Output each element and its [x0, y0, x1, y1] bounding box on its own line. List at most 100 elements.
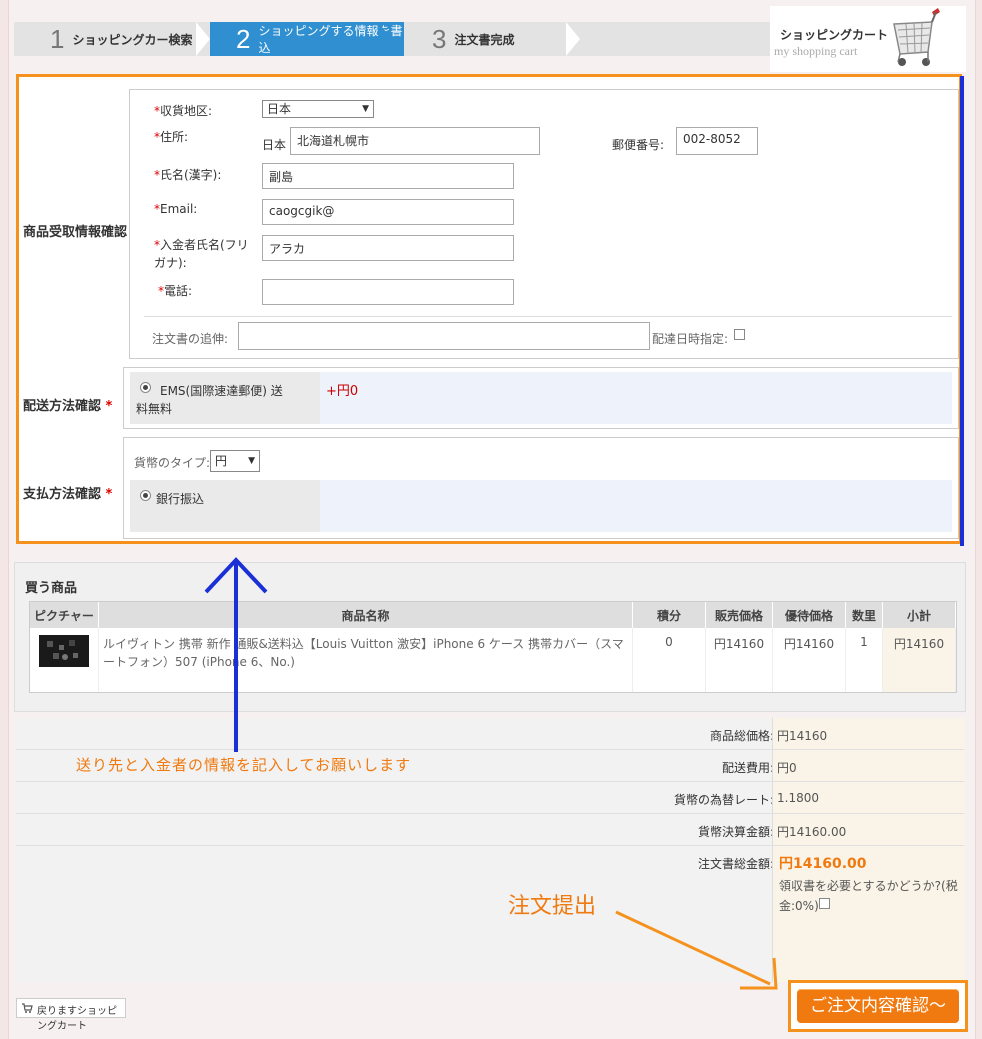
cart-subtitle: my shopping cart: [774, 44, 858, 58]
shipping-box: EMS(国際速達郵便) 送料無料 +円0: [123, 367, 959, 429]
receipt-note: 領収書を必要とするかどうか?(税金:0%): [779, 879, 958, 913]
annotation-submit-note: 注文提出: [508, 894, 597, 919]
shipping-cost-value: 円0: [777, 761, 797, 775]
cart-icon: [22, 1003, 33, 1013]
product-price-cell: 円14160: [705, 628, 773, 692]
region-label: *収貨地区:: [154, 104, 213, 118]
step-2: 2 ショッピングする情報を書込: [210, 22, 404, 56]
cart-header: ショッピングカート my shopping cart: [770, 6, 966, 72]
col-points: 積分: [632, 602, 706, 628]
email-field[interactable]: caogcgik@: [262, 199, 514, 225]
note-label: 注文書の追伸:: [152, 332, 229, 346]
step-arrow: [196, 22, 210, 56]
address-input[interactable]: 北海道札幌市: [290, 127, 540, 155]
payment-fill-cell: [320, 480, 952, 532]
exchange-rate-value: 1.1800: [777, 791, 819, 805]
payment-box: 貨幣のタイプ: 円 ▼ 銀行振込: [123, 437, 959, 539]
step-number: 1: [50, 23, 65, 54]
receiver-info-box: *収貨地区: 日本 ▼ *住所: 日本 北海道札幌市 郵便番号: 002-8052…: [129, 89, 959, 359]
annotation-blue-arrow: [204, 557, 268, 752]
phone-input[interactable]: [262, 279, 514, 305]
currency-select[interactable]: 円 ▼: [210, 450, 260, 472]
settle-amount-value: 円14160.00: [777, 825, 847, 839]
submit-highlight: ご注文内容確認～: [788, 980, 968, 1032]
settle-amount-label: 貨幣決算金額:: [697, 825, 774, 839]
products-table: ピクチャー 商品名称 積分 販売価格 優待価格 数里 小計 ルイヴィトン 携帯 …: [29, 601, 957, 693]
receiver-section-title: 商品受取情報確認: [23, 225, 128, 240]
grand-total-value: 円14160.00: [779, 856, 867, 872]
phone-label: *電話:: [158, 284, 193, 298]
col-picture: ピクチャー: [30, 602, 99, 628]
shipping-price-cell: [320, 372, 952, 424]
step-number: 3: [432, 23, 447, 54]
col-discount: 優待価格: [772, 602, 846, 628]
summary-row-rate: 貨幣の為替レート: 1.1800: [16, 782, 965, 814]
postal-code-label: 郵便番号:: [612, 138, 665, 152]
shipping-cost-label: 配送費用:: [721, 761, 774, 775]
step-number: 2: [236, 23, 251, 54]
step-3: 3 注文書完成: [406, 22, 592, 56]
region-select-value: 日本: [267, 102, 292, 116]
delivery-date-label: 配達日時指定:: [652, 332, 729, 346]
currency-label: 貨幣のタイプ:: [134, 456, 211, 470]
region-select[interactable]: 日本 ▼: [262, 100, 374, 118]
payment-section-title: 支払方法確認 *: [23, 487, 113, 502]
product-name-cell[interactable]: ルイヴィトン 携帯 新作 通販&送料込【Louis Vuitton 激安】iPh…: [98, 628, 633, 692]
step-label: 注文書完成: [454, 32, 515, 47]
name-input[interactable]: 副島: [262, 163, 514, 189]
annotation-blue-line: [960, 76, 964, 546]
delivery-date-checkbox[interactable]: [734, 329, 745, 340]
summary-row-goods: 商品総価格: 円14160: [16, 718, 965, 750]
step-label: ショッピングカー検索: [72, 32, 193, 47]
order-info-frame: 商品受取情報確認 *収貨地区: 日本 ▼ *住所: 日本 北海道札幌市 郵便番号:…: [16, 74, 962, 544]
receipt-checkbox[interactable]: [819, 898, 830, 909]
goods-total-label: 商品総価格:: [709, 729, 774, 743]
cart-title: ショッピングカート: [780, 28, 889, 42]
summary-value-cell: 1.1800: [772, 782, 965, 813]
summary-value-cell: 円14160.00 領収書を必要とするかどうか?(税金:0%): [772, 846, 965, 982]
summary-value-cell: 円14160: [772, 718, 965, 749]
grand-total-label: 注文書総金額:: [697, 857, 774, 871]
summary-value-cell: 円0: [772, 750, 965, 781]
chevron-down-icon: ▼: [248, 456, 255, 466]
step-arrow: [566, 22, 580, 56]
col-qty: 数里: [845, 602, 883, 628]
col-price: 販売価格: [705, 602, 773, 628]
shopping-cart-icon: [893, 8, 940, 66]
confirm-order-button[interactable]: ご注文内容確認～: [797, 989, 959, 1023]
exchange-rate-label: 貨幣の為替レート:: [673, 793, 774, 807]
back-to-cart-link[interactable]: 戻りますショッピングカート: [16, 998, 126, 1032]
address-prefix: 日本: [262, 138, 287, 152]
product-discount-cell: 円14160: [772, 628, 846, 692]
email-label: *Email:: [154, 202, 198, 216]
summary-row-settle: 貨幣決算金額: 円14160.00: [16, 814, 965, 846]
shipping-price: +円0: [326, 384, 359, 399]
shipping-option-label: EMS(国際速達郵便) 送料無料: [136, 384, 283, 416]
payer-name-input[interactable]: アラカ: [262, 235, 514, 261]
annotation-orange-arrow: [615, 910, 778, 990]
product-qty-cell: 1: [845, 628, 883, 692]
chevron-down-icon: ▼: [362, 104, 369, 114]
step-arrow: [378, 22, 392, 56]
col-subtotal: 小計: [882, 602, 956, 628]
name-label: *氏名(漢字):: [154, 168, 222, 182]
product-points-cell: 0: [632, 628, 706, 692]
payment-option-label: 銀行振込: [156, 492, 205, 506]
summary-row-grand: 注文書総金額: 円14160.00 領収書を必要とするかどうか?(税金:0%): [16, 846, 965, 982]
payment-radio[interactable]: [140, 490, 151, 501]
annotation-fill-in: 送り先と入金者の情報を記入してお願いします: [76, 756, 412, 774]
divider: [144, 316, 952, 317]
address-label: *住所:: [154, 130, 189, 144]
summary-value-cell: 円14160.00: [772, 814, 965, 845]
product-subtotal-cell: 円14160: [882, 628, 956, 692]
table-row: ルイヴィトン 携帯 新作 通販&送料込【Louis Vuitton 激安】iPh…: [30, 628, 956, 692]
currency-select-value: 円: [215, 454, 228, 468]
products-area: 買う商品 ピクチャー 商品名称 積分 販売価格 優待価格 数里 小計 ルイヴィト…: [14, 562, 966, 712]
goods-total-value: 円14160: [777, 729, 828, 743]
product-image[interactable]: [39, 635, 89, 667]
postal-code-input[interactable]: 002-8052: [676, 127, 758, 155]
products-title: 買う商品: [25, 581, 78, 596]
checkout-steps: 1 ショッピングカー検索 2 ショッピングする情報を書込 3 注文書完成: [14, 22, 774, 56]
note-input[interactable]: [238, 322, 650, 350]
table-header-row: ピクチャー 商品名称 積分 販売価格 優待価格 数里 小計: [30, 602, 956, 628]
